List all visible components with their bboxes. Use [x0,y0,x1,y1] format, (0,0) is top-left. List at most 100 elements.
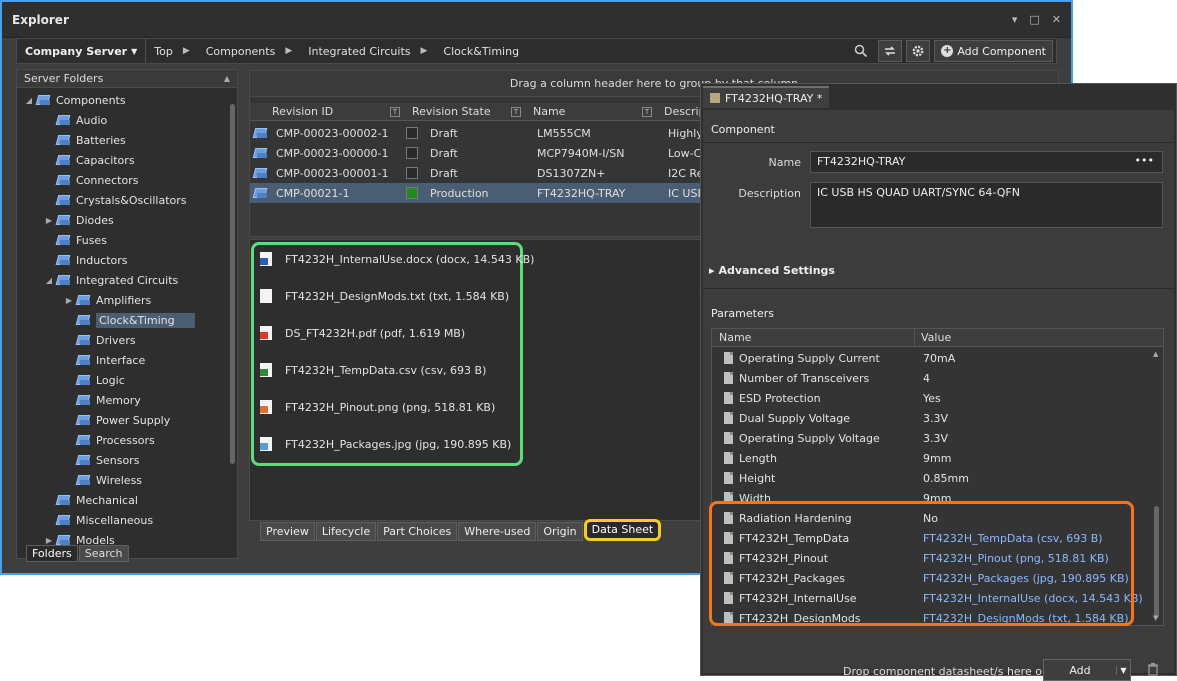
scroll-down-icon[interactable]: ▼ [1153,614,1158,622]
sidebar-item-power-supply[interactable]: Power Supply [17,410,225,430]
parameter-name: Number of Transceivers [739,371,870,385]
column-revision-id[interactable]: Revision ID [272,105,333,118]
column-revision-state[interactable]: Revision State [412,105,491,118]
close-icon[interactable]: ✕ [1052,13,1061,26]
collapsed-arrow-icon[interactable]: ▶ [63,296,75,305]
tab-origin[interactable]: Origin [537,522,583,541]
tab-data-sheet[interactable]: Data Sheet [583,519,662,541]
document-item[interactable]: FT4232H_Packages.jpg (jpg, 190.895 KB) [260,434,511,454]
sidebar-item-label: Connectors [76,173,139,187]
param-column-name[interactable]: Name [719,331,751,344]
more-icon[interactable]: ••• [1135,154,1154,167]
parameter-row[interactable]: Operating Supply Voltage 3.3V [712,428,1149,448]
parameter-name: Dual Supply Voltage [739,411,850,425]
sidebar-item-clock-timing[interactable]: Clock&Timing [17,310,225,330]
parameter-row[interactable]: Operating Supply Current 70mA [712,348,1149,368]
collapse-icon[interactable]: ▲ [224,74,230,83]
advanced-settings-toggle[interactable]: Advanced Settings [709,264,835,277]
breadcrumb-components[interactable]: Components ▶ [198,39,301,63]
document-item[interactable]: FT4232H_Pinout.png (png, 518.81 KB) [260,397,495,417]
sidebar-item-mechanical[interactable]: Mechanical [17,490,225,510]
sidebar-item-inductors[interactable]: Inductors [17,250,225,270]
add-label: Add [1069,663,1091,677]
sidebar-item-drivers[interactable]: Drivers [17,330,225,350]
component-folder-icon [75,334,91,346]
settings-button[interactable] [906,40,931,62]
parameter-value: 3.3V [923,431,949,445]
sidebar-item-connectors[interactable]: Connectors [17,170,225,190]
trash-icon[interactable] [1147,662,1159,676]
scroll-thumb[interactable] [1154,506,1159,618]
sidebar-item-label: Interface [96,353,146,367]
filter-icon[interactable]: T [511,106,521,117]
tab-lifecycle[interactable]: Lifecycle [315,522,377,541]
name-field[interactable]: FT4232HQ-TRAY ••• [810,151,1163,173]
parameter-file-icon [724,412,733,424]
tab-where-used[interactable]: Where-used [458,522,537,541]
document-item[interactable]: FT4232H_TempData.csv (csv, 693 B) [260,360,486,380]
breadcrumb-integrated-circuits[interactable]: Integrated Circuits ▶ [300,39,435,63]
breadcrumb-clock-timing[interactable]: Clock&Timing [435,39,527,63]
search-icon[interactable] [854,44,868,58]
collapsed-arrow-icon[interactable]: ▶ [43,216,55,225]
breadcrumb-top[interactable]: Top ▶ [146,39,197,63]
sidebar-item-logic[interactable]: Logic [17,370,225,390]
document-item[interactable]: DS_FT4232H.pdf (pdf, 1.619 MB) [260,323,465,343]
tab-search[interactable]: Search [78,545,129,562]
parameter-row[interactable]: Number of Transceivers 4 [712,368,1149,388]
parameters-scrollbar[interactable]: ▲ ▼ [1151,348,1162,624]
component-tab[interactable]: FT4232HQ-TRAY * [703,86,830,108]
sidebar-item-diodes[interactable]: ▶ Diodes [17,210,225,230]
pdf-file-icon [260,326,272,340]
sidebar-scrollbar[interactable] [230,104,235,464]
parameter-row[interactable]: Dual Supply Voltage 3.3V [712,408,1149,428]
scroll-up-icon[interactable]: ▲ [1153,350,1158,358]
parameter-row[interactable]: Height 0.85mm [712,468,1149,488]
filter-icon[interactable]: T [642,106,652,117]
chevron-down-icon[interactable]: ▼ [1116,665,1130,675]
expanded-arrow-icon[interactable]: ◢ [43,276,55,285]
sidebar-item-amplifiers[interactable]: ▶ Amplifiers [17,290,225,310]
restore-icon[interactable]: □ [1029,13,1039,26]
sidebar-item-crystals-oscillators[interactable]: Crystals&Oscillators [17,190,225,210]
server-selector[interactable]: Company Server ▼ [17,39,147,63]
sidebar-item-capacitors[interactable]: Capacitors [17,150,225,170]
description-field[interactable]: IC USB HS QUAD UART/SYNC 64-QFN [810,182,1163,228]
component-icon [252,167,268,179]
column-name[interactable]: Name [533,105,565,118]
sidebar-item-integrated-circuits[interactable]: ◢ Integrated Circuits [17,270,225,290]
parameter-row[interactable]: Length 9mm [712,448,1149,468]
add-component-button[interactable]: + Add Component [934,40,1053,62]
parameter-value: 3.3V [923,411,949,425]
tab-folders[interactable]: Folders [26,545,78,562]
refresh-button[interactable] [878,40,903,62]
tab-preview[interactable]: Preview [260,522,315,541]
sidebar-item-miscellaneous[interactable]: Miscellaneous [17,510,225,530]
sidebar-item-components[interactable]: ◢ Components [17,90,225,110]
sidebar-item-sensors[interactable]: Sensors [17,450,225,470]
parameter-row[interactable]: ESD Protection Yes [712,388,1149,408]
document-item[interactable]: FT4232H_InternalUse.docx (docx, 14.543 K… [260,249,534,269]
sidebar-item-audio[interactable]: Audio [17,110,225,130]
parameter-value: Yes [923,391,941,405]
sidebar-item-label: Mechanical [76,493,138,507]
revision-id: CMP-00023-00000-1 [276,146,389,160]
sidebar-item-batteries[interactable]: Batteries [17,130,225,150]
sidebar-item-fuses[interactable]: Fuses [17,230,225,250]
filter-icon[interactable]: T [390,106,400,117]
sidebar-item-memory[interactable]: Memory [17,390,225,410]
sidebar-item-interface[interactable]: Interface [17,350,225,370]
tab-part-choices[interactable]: Part Choices [377,522,458,541]
sidebar-item-wireless[interactable]: Wireless [17,470,225,490]
revision-id: CMP-00023-00001-1 [276,166,389,180]
add-datasheet-button[interactable]: Add ▼ [1043,659,1131,681]
expanded-arrow-icon[interactable]: ◢ [23,96,35,105]
sidebar-item-label: Sensors [96,453,140,467]
document-item[interactable]: FT4232H_DesignMods.txt (txt, 1.584 KB) [260,286,509,306]
param-column-value[interactable]: Value [921,331,951,344]
state-color-swatch [406,147,418,159]
sidebar-item-processors[interactable]: Processors [17,430,225,450]
component-folder-icon [55,154,71,166]
dropdown-icon[interactable]: ▾ [1012,13,1018,26]
collapsed-arrow-icon[interactable]: ▶ [43,536,55,545]
